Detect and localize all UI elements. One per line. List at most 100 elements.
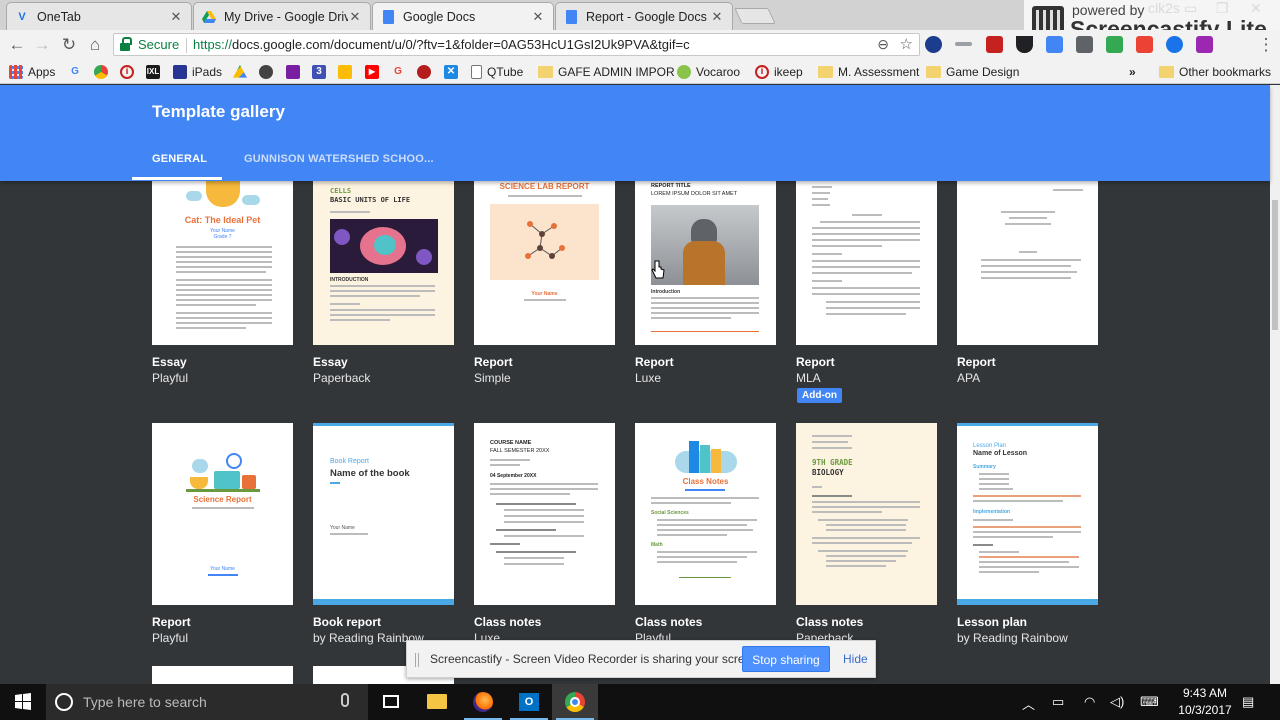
extension-icon[interactable] [1196, 36, 1213, 53]
other-bookmarks[interactable]: Other bookmarks [1159, 63, 1271, 81]
bookmark-web-store[interactable] [94, 63, 113, 81]
template-type: Report [796, 355, 835, 369]
url-text[interactable]: https://docs.google.com/document/u/0/?ft… [193, 37, 690, 52]
hand-cursor-icon [651, 260, 665, 279]
close-icon[interactable]: ✕ [348, 9, 362, 25]
extension-icon[interactable] [1106, 36, 1123, 53]
menu-kebab-icon[interactable]: ⋮ [1255, 34, 1277, 56]
bookmark-ipads[interactable]: iPads [173, 63, 222, 81]
hide-button[interactable]: Hide [843, 652, 868, 666]
zoom-icon[interactable]: ⊖ [877, 36, 889, 53]
pocket-icon[interactable] [1016, 36, 1033, 53]
firefox-button[interactable] [460, 684, 506, 720]
template-caption: Report Luxe [635, 354, 785, 386]
tab-gunnison-watershed[interactable]: GUNNISON WATERSHED SCHOO... [244, 153, 434, 165]
template-thumbnail[interactable] [152, 666, 293, 686]
browser-tab-google-docs[interactable]: Google Docs ✕ [372, 2, 554, 30]
notification-icon[interactable]: ▤ [1242, 694, 1254, 710]
stop-sharing-button[interactable]: Stop sharing [742, 646, 830, 672]
template-report-playful[interactable]: Science Report Your Name [152, 423, 293, 605]
clock-date[interactable]: 10/3/2017 [1173, 703, 1237, 717]
browser-tab-google-drive[interactable]: My Drive - Google Drive ✕ [193, 2, 371, 30]
template-style: APA [957, 371, 981, 385]
bookmark-purple[interactable] [286, 63, 305, 81]
bookmark-drive[interactable] [233, 63, 252, 81]
bookmark-apps[interactable]: Apps [9, 63, 55, 81]
bookmark-calendar[interactable]: 3 [312, 63, 331, 81]
bookmark-ikeep[interactable]: i ikeep [755, 63, 803, 81]
scrollbar[interactable] [1270, 85, 1280, 685]
back-arrow-icon[interactable]: ← [6, 34, 28, 56]
home-icon[interactable]: ⌂ [84, 34, 106, 56]
template-essay-playful[interactable]: Cat: The Ideal Pet Your Name Grade 7 [152, 181, 293, 345]
bookmark-folder-assessment[interactable]: M. Assessment [818, 63, 919, 81]
bookmark-folder-game-design[interactable]: Game Design [926, 63, 1019, 81]
tab-general[interactable]: GENERAL [152, 153, 207, 165]
bookmark-google-2[interactable]: G [391, 63, 410, 81]
outlook-button[interactable]: O [506, 684, 552, 720]
microphone-icon[interactable] [341, 693, 349, 707]
taskbar-search-box[interactable]: Type here to search [46, 684, 368, 720]
clock-time[interactable]: 9:43 AM [1180, 686, 1230, 700]
close-icon[interactable]: ✕ [169, 9, 183, 25]
browser-tab-report[interactable]: Report - Google Docs ✕ [555, 2, 733, 30]
power-icon[interactable]: ▭ [1052, 694, 1064, 710]
extension-icon[interactable] [955, 42, 972, 46]
bookmark-folder-gafe[interactable]: GAFE ADMIN IMPOR [538, 63, 675, 81]
extension-icon[interactable] [1136, 36, 1153, 53]
chrome-icon [565, 692, 585, 712]
bookmark-vocaroo[interactable]: Vocaroo [677, 63, 740, 81]
bookmark-red[interactable] [417, 63, 436, 81]
template-classnotes-paperback[interactable]: 9TH GRADE BIOLOGY [796, 423, 937, 605]
close-icon[interactable]: ✕ [710, 9, 724, 25]
extension-icon[interactable] [1166, 36, 1183, 53]
keyboard-icon[interactable]: ⌨ [1140, 694, 1159, 710]
drag-handle-icon[interactable] [415, 653, 419, 667]
template-caption: Report Playful [152, 614, 302, 646]
extension-icon[interactable] [925, 36, 942, 53]
thumb-title: Name of Lesson [973, 450, 1028, 457]
scrollbar-thumb[interactable] [1272, 200, 1278, 330]
new-tab-button[interactable] [734, 8, 776, 24]
template-report-simple[interactable]: SCIENCE LAB REPORT Your Name [474, 181, 615, 345]
bookmark-pinterest[interactable]: i [120, 63, 139, 81]
bookmark-keep[interactable] [338, 63, 357, 81]
volume-icon[interactable]: ◁) [1110, 694, 1124, 710]
addon-badge[interactable]: Add-on [797, 388, 842, 403]
template-report-apa[interactable] [957, 181, 1098, 345]
screencastify-extension-icon[interactable] [986, 36, 1003, 53]
close-icon[interactable]: ✕ [531, 9, 545, 25]
windows-start-button[interactable] [0, 684, 46, 720]
chevron-up-icon[interactable]: ︿ [1022, 694, 1035, 713]
reload-icon[interactable]: ↻ [58, 34, 80, 56]
template-essay-paperback[interactable]: CELLS BASIC UNITS OF LIFE INTRODUCTION [313, 181, 454, 345]
forward-arrow-icon[interactable]: → [31, 34, 53, 56]
bookmark-google[interactable]: G [68, 63, 87, 81]
browser-tab-onetab[interactable]: V OneTab ✕ [6, 2, 192, 30]
extension-icon[interactable] [1076, 36, 1093, 53]
chrome-web-store-icon [94, 65, 108, 79]
template-book-report[interactable]: Book Report Name of the book Your Name [313, 423, 454, 605]
task-view-button[interactable] [368, 684, 414, 720]
address-bar[interactable]: Secure https://docs.google.com/document/… [113, 33, 920, 56]
bookmark-qtube[interactable]: QTube [471, 63, 523, 81]
file-explorer-button[interactable] [414, 684, 460, 720]
bookmark-crossword[interactable]: ✕ [444, 63, 463, 81]
folder-icon [926, 66, 941, 78]
template-report-mla[interactable] [796, 181, 937, 345]
bookmark-apple[interactable] [259, 63, 278, 81]
bookmark-label: Apps [28, 65, 56, 79]
template-lesson-plan[interactable]: Lesson Plan Name of Lesson Summary Imple… [957, 423, 1098, 605]
bookmarks-overflow-button[interactable]: » [1129, 63, 1136, 81]
tab-title: OneTab [37, 9, 81, 24]
template-classnotes-luxe[interactable]: COURSE NAME FALL SEMESTER 20XX 04 Septem… [474, 423, 615, 605]
bookmark-youtube[interactable]: ▶ [365, 63, 384, 81]
template-classnotes-playful[interactable]: Class Notes Social Sciences Math [635, 423, 776, 605]
wifi-icon[interactable]: ◠ [1084, 694, 1095, 710]
star-icon[interactable]: ☆ [900, 35, 913, 53]
chrome-button[interactable] [552, 684, 598, 720]
url-path: docs.google.com/document/u/0/?ftv=1&fold… [232, 37, 690, 52]
thumb-title: CELLS [330, 187, 352, 195]
extension-icon[interactable] [1046, 36, 1063, 53]
bookmark-ixl[interactable]: IXL [146, 63, 165, 81]
